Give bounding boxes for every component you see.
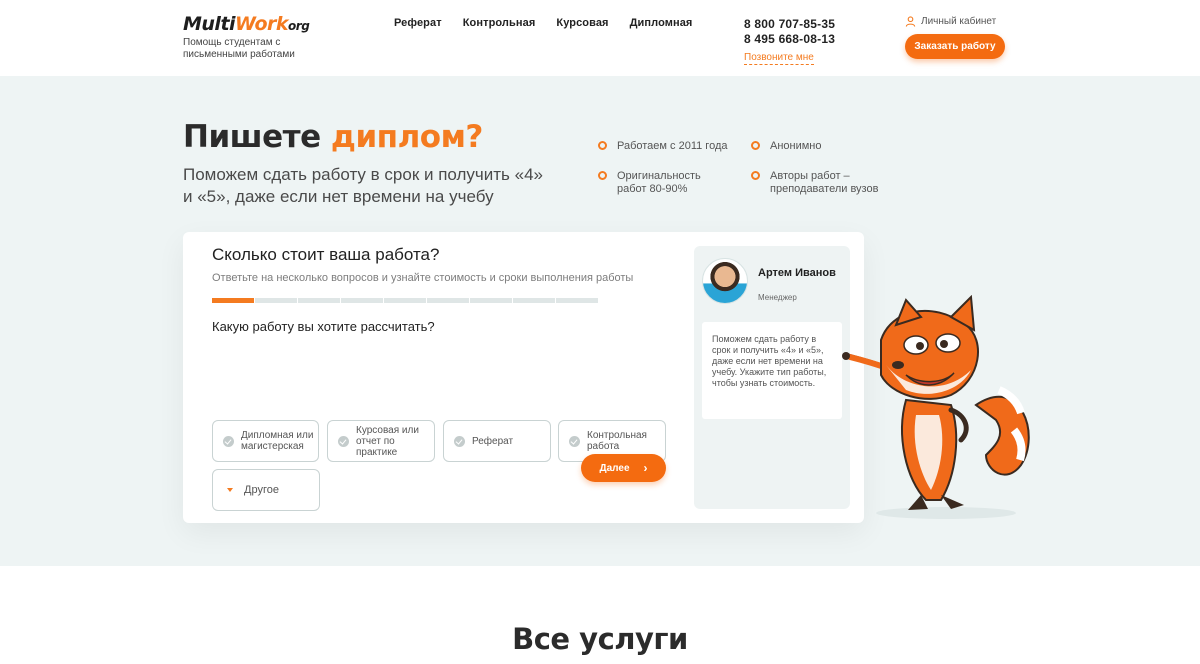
phones: 8 800 707-85-35 8 495 668-08-13 Позвонит…	[744, 17, 835, 65]
logo[interactable]: MultiWorkorg	[183, 13, 310, 35]
order-button[interactable]: Заказать работу	[905, 34, 1005, 59]
progress-step	[556, 298, 598, 303]
feature-item: Оригинальность работ 80-90%	[598, 170, 723, 196]
feature-item: Анонимно	[751, 140, 822, 153]
feature-label: Авторы работ – преподаватели вузов	[770, 170, 879, 195]
nav-item-kontrolnaya[interactable]: Контрольная	[463, 17, 536, 29]
option-coursework[interactable]: Курсовая или отчет по практике	[327, 420, 435, 462]
calculator-title: Сколько стоит ваша работа?	[212, 245, 440, 264]
logo-part3: org	[288, 19, 310, 33]
progress-bar	[212, 298, 598, 303]
progress-step	[341, 298, 383, 303]
progress-step	[212, 298, 254, 303]
feature-item: Работаем с 2011 года	[598, 140, 727, 153]
logo-part1: Multi	[183, 13, 236, 35]
option-other[interactable]: Другое	[212, 469, 320, 511]
logo-part2: Work	[235, 13, 289, 35]
feature-label: Оригинальность работ 80-90%	[617, 170, 701, 195]
price-calculator: Сколько стоит ваша работа? Ответьте на н…	[183, 232, 864, 523]
hero-title-accent: диплом?	[330, 119, 484, 155]
avatar	[702, 258, 748, 304]
feature-label: Работаем с 2011 года	[617, 140, 728, 152]
progress-step	[255, 298, 297, 303]
option-label: Контрольная работа	[587, 430, 647, 452]
callback-link[interactable]: Позвоните мне	[744, 52, 814, 65]
option-label: Дипломная или магистерская	[241, 430, 314, 452]
feature-label: Анонимно	[770, 140, 822, 152]
check-icon	[454, 435, 465, 447]
calculator-description: Ответьте на несколько вопросов и узнайте…	[212, 272, 634, 284]
chevron-right-icon: ›	[643, 461, 648, 475]
manager-message: Поможем сдать работу в срок и получить «…	[702, 322, 842, 419]
question-label: Какую работу вы хотите рассчитать?	[212, 319, 435, 334]
check-icon	[569, 435, 580, 447]
hero-title: Пишете диплом?	[183, 119, 483, 155]
manager-role: Менеджер	[758, 293, 797, 302]
fox-mascot-illustration	[842, 295, 1030, 519]
user-icon	[905, 16, 916, 27]
caret-down-icon	[227, 488, 233, 492]
progress-step	[470, 298, 512, 303]
site-header: MultiWorkorg Помощь студентам с письменн…	[0, 0, 1200, 76]
next-button-label: Далее	[599, 462, 630, 474]
main-nav: Реферат Контрольная Курсовая Дипломная	[394, 17, 692, 29]
circle-bullet-icon	[751, 141, 760, 150]
cabinet-label: Личный кабинет	[921, 16, 997, 27]
progress-step	[513, 298, 555, 303]
check-icon	[223, 435, 234, 447]
manager-panel: Артем Иванов Менеджер Поможем сдать рабо…	[694, 246, 850, 509]
progress-step	[384, 298, 426, 303]
progress-step	[427, 298, 469, 303]
services-heading: Все услуги	[512, 622, 688, 656]
circle-bullet-icon	[598, 171, 607, 180]
option-referat[interactable]: Реферат	[443, 420, 551, 462]
next-button[interactable]: Далее ›	[581, 454, 666, 482]
progress-step	[298, 298, 340, 303]
nav-item-kursovaya[interactable]: Курсовая	[556, 17, 608, 29]
phone-1[interactable]: 8 800 707-85-35	[744, 17, 835, 32]
feature-item: Авторы работ – преподаватели вузов	[751, 170, 901, 196]
option-label: Реферат	[472, 435, 514, 447]
option-diploma[interactable]: Дипломная или магистерская	[212, 420, 319, 462]
manager-name: Артем Иванов	[758, 267, 836, 279]
option-label: Курсовая или отчет по практике	[356, 424, 419, 458]
tagline: Помощь студентам с письменными работами	[183, 37, 295, 60]
personal-cabinet-link[interactable]: Личный кабинет	[905, 16, 996, 27]
circle-bullet-icon	[598, 141, 607, 150]
hero-subtitle: Поможем сдать работу в срок и получить «…	[183, 165, 543, 206]
phone-2[interactable]: 8 495 668-08-13	[744, 32, 835, 47]
option-label: Другое	[244, 483, 279, 496]
nav-item-referat[interactable]: Реферат	[394, 17, 442, 29]
nav-item-diplomnaya[interactable]: Дипломная	[630, 17, 693, 29]
hero-title-text: Пишете	[183, 119, 331, 155]
circle-bullet-icon	[751, 171, 760, 180]
check-icon	[338, 435, 349, 447]
